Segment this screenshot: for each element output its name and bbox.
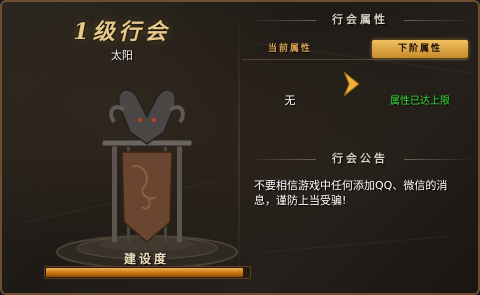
construct-label: 建设度 — [123, 252, 169, 266]
guild-info-panel: 1级行会 太阳 建设度 行会属性 当前属性 下阶属性 无 属性已达上限 行会公告… — [0, 0, 480, 295]
current-attributes-label: 当前属性 — [267, 44, 312, 54]
guild-name: 太阳 — [111, 49, 133, 62]
guild-details: 行会属性 当前属性 下阶属性 无 属性已达上限 行会公告 不要相信游戏中任何添加… — [240, 2, 478, 293]
arrow-right-icon — [343, 71, 360, 97]
next-attributes-label: 下阶属性 — [372, 40, 468, 58]
guild-level-title: 1级行会 — [73, 19, 171, 45]
attributes-divider — [242, 59, 468, 60]
notice-header: 行会公告 — [240, 149, 478, 169]
next-attributes-value: 属性已达上限 — [390, 96, 450, 107]
current-attributes-value: 无 — [284, 94, 296, 107]
construct-progress-bar — [44, 266, 251, 279]
notice-text: 不要相信游戏中任何添加QQ、微信的消息，谨防上当受骗! — [254, 179, 448, 207]
attributes-header: 行会属性 — [240, 10, 478, 30]
guild-banner-emblem-icon — [56, 89, 238, 269]
construct-progress-fill — [46, 268, 243, 277]
guild-overview: 1级行会 太阳 建设度 — [2, 2, 251, 293]
